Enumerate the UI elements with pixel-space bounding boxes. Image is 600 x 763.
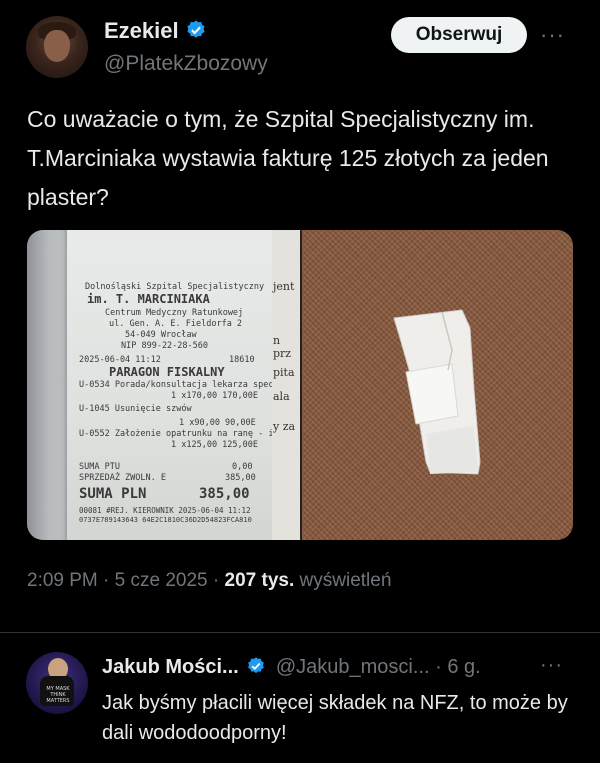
- receipt-line: SUMA PTU: [79, 462, 120, 472]
- divider: [0, 632, 600, 633]
- receipt-side-paper: jent n prz pita ala y za: [272, 230, 300, 540]
- receipt-line: 2025-06-04 11:12: [79, 355, 161, 365]
- avatar-shirt-text: MY MASK THINK MATTERS: [46, 686, 70, 704]
- receipt-line: Dolnośląski Szpital Specjalistyczny: [85, 282, 265, 292]
- meta-separator: ·: [103, 570, 110, 591]
- reply-avatar[interactable]: MY MASK THINK MATTERS: [26, 652, 88, 714]
- receipt-line: 385,00: [199, 486, 250, 502]
- receipt-line: 1 x125,00 125,00E: [171, 440, 258, 450]
- author-handle[interactable]: @PlatekZbozowy: [104, 52, 268, 76]
- follow-button[interactable]: Obserwuj: [391, 17, 527, 53]
- side-fragment: ala: [273, 390, 290, 403]
- receipt-line: 00081 #REJ. KIEROWNIK 2025-06-04 11:12: [79, 506, 251, 515]
- author-avatar[interactable]: [26, 16, 88, 78]
- receipt-photo[interactable]: Dolnośląski Szpital Specjalistyczny im. …: [27, 230, 300, 540]
- reply-display-name[interactable]: Jakub Mości...: [102, 656, 239, 678]
- verified-badge-icon: [185, 19, 207, 46]
- tweet-media[interactable]: Dolnośląski Szpital Specjalistyczny im. …: [27, 230, 573, 540]
- side-fragment: pita: [273, 366, 295, 379]
- receipt-line: 1 x90,00 90,00E: [179, 418, 256, 428]
- tweet-meta: 2:09 PM · 5 cze 2025 · 207 tys. wyświetl…: [27, 570, 391, 592]
- receipt-line: 385,00: [225, 473, 256, 483]
- side-fragment: n prz: [273, 334, 292, 360]
- receipt-line: 0,00: [232, 462, 253, 472]
- receipt-line: U-0552 Założenie opatrunku na ranę - inn: [79, 429, 284, 439]
- reply-header: Jakub Mości... @Jakub_mosci... · 6 g.: [102, 656, 481, 682]
- receipt-paper: Dolnośląski Szpital Specjalistyczny im. …: [67, 230, 284, 540]
- reply-age[interactable]: · 6 g.: [435, 656, 481, 678]
- receipt-line: PARAGON FISKALNY: [109, 365, 225, 379]
- receipt-line: U-1045 Usunięcie szwów: [79, 404, 192, 414]
- reply-more-options-icon[interactable]: ···: [540, 654, 563, 677]
- views-label: wyświetleń: [299, 570, 392, 591]
- reply-text: Jak byśmy płacili więcej składek na NFZ,…: [102, 692, 568, 744]
- tweet-text: Co uważacie o tym, że Szpital Specjalist…: [27, 106, 549, 210]
- views-count: 207 tys.: [224, 570, 295, 591]
- receipt-line: SUMA PLN: [79, 486, 147, 502]
- receipt-line: 0737E789143643 64E2C1810C36D2D54823FCA81…: [79, 516, 252, 524]
- side-fragment: y za: [273, 420, 296, 433]
- author-display-name[interactable]: Ezekiel: [104, 18, 179, 43]
- receipt-line: im. T. MARCINIAKA: [87, 292, 210, 306]
- plaster-photo[interactable]: [302, 230, 573, 540]
- reply-handle[interactable]: @Jakub_mosci...: [276, 656, 430, 678]
- receipt-line: NIP 899-22-28-560: [121, 341, 208, 351]
- meta-separator: ·: [212, 570, 220, 591]
- tweet-time[interactable]: 2:09 PM: [27, 570, 98, 591]
- receipt-line: 18610: [229, 355, 255, 365]
- plaster-image: [393, 309, 481, 475]
- side-fragment: jent: [273, 280, 295, 293]
- receipt-line: U-0534 Porada/konsultacja lekarza specja: [79, 380, 284, 390]
- receipt-line: 1 x170,00 170,00E: [171, 391, 258, 401]
- more-options-icon[interactable]: ···: [540, 22, 565, 48]
- author-name-block[interactable]: Ezekiel @PlatekZbozowy: [104, 18, 268, 76]
- receipt-line: SPRZEDAŻ ZWOLN. E: [79, 473, 166, 483]
- receipt-line: ul. Gen. A. E. Fieldorfa 2: [109, 319, 243, 329]
- receipt-line: 54-049 Wrocław: [125, 330, 197, 340]
- receipt-line: Centrum Medyczny Ratunkowej: [105, 308, 244, 318]
- tweet-date[interactable]: 5 cze 2025: [115, 570, 208, 591]
- verified-badge-icon: [246, 656, 266, 682]
